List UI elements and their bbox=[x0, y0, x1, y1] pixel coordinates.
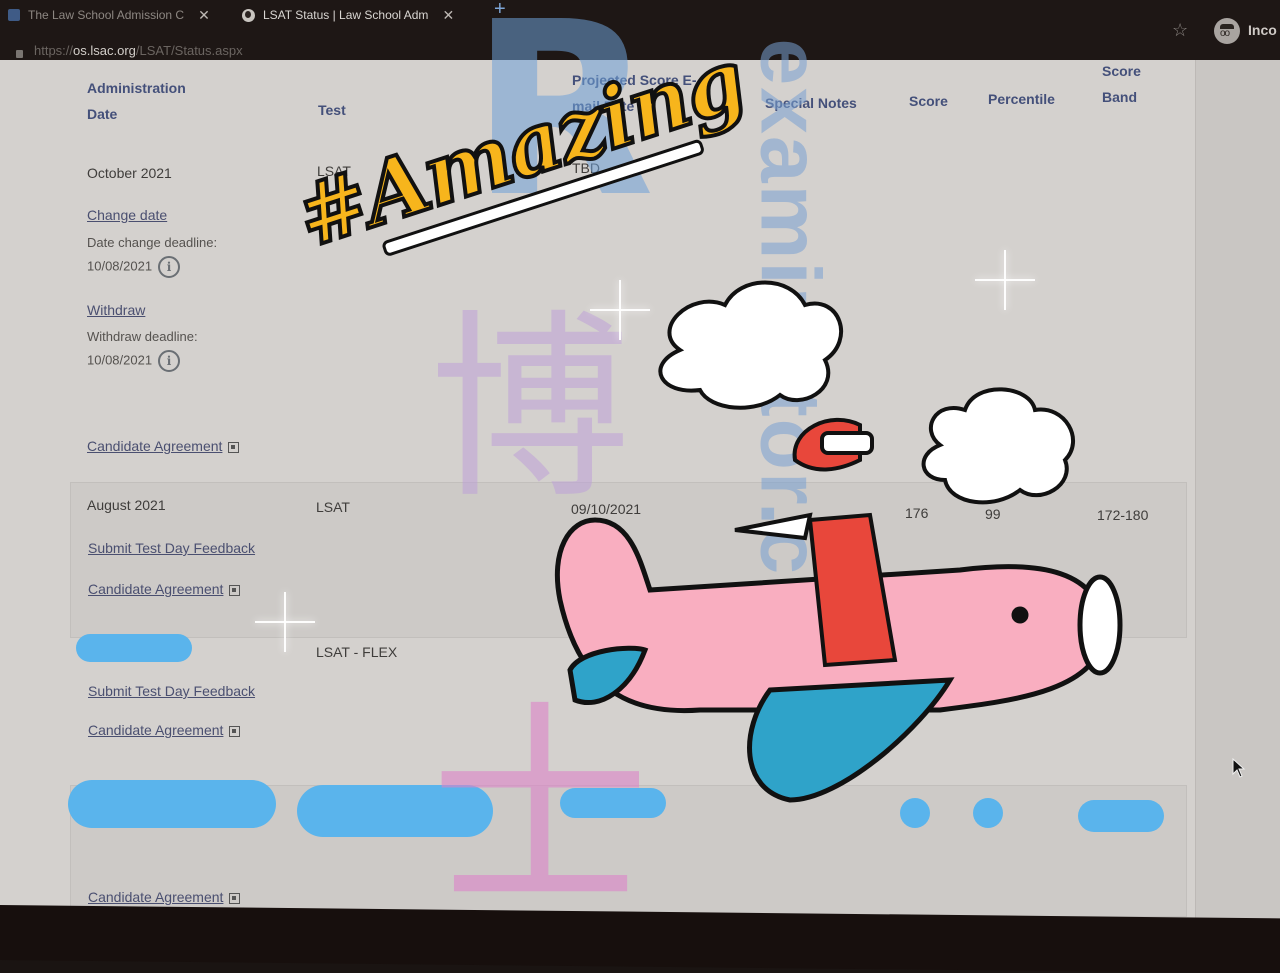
sparkle-icon bbox=[975, 250, 1035, 310]
close-tab-icon[interactable]: ✕ bbox=[442, 7, 454, 24]
redacted-date bbox=[76, 634, 192, 662]
link-text: Candidate Agreement bbox=[88, 581, 224, 597]
mouse-cursor-icon bbox=[1232, 758, 1246, 778]
test-name: LSAT bbox=[316, 499, 350, 515]
admin-date: October 2021 bbox=[87, 165, 172, 181]
submit-feedback-link[interactable]: Submit Test Day Feedback bbox=[88, 683, 255, 699]
deadline-value: 10/08/2021 bbox=[87, 352, 153, 368]
header-percentile: Percentile bbox=[988, 91, 1055, 107]
candidate-agreement-link[interactable]: Candidate Agreement bbox=[87, 438, 240, 454]
test-name: LSAT - FLEX bbox=[316, 644, 398, 660]
page-scroll-area[interactable] bbox=[1195, 60, 1280, 940]
incognito-icon[interactable] bbox=[1214, 18, 1240, 44]
header-text: Date bbox=[87, 106, 118, 122]
url-host: os.lsac.org bbox=[73, 43, 136, 58]
admin-date: August 2021 bbox=[87, 497, 166, 513]
lsac-favicon-icon bbox=[8, 9, 20, 21]
date-change-deadline: 10/08/2021 i bbox=[87, 256, 181, 278]
submit-feedback-link[interactable]: Submit Test Day Feedback bbox=[88, 540, 255, 556]
close-tab-icon[interactable]: ✕ bbox=[198, 7, 210, 24]
header-test: Test bbox=[318, 102, 346, 118]
url-field[interactable]: https://os.lsac.org/LSAT/Status.aspx bbox=[34, 43, 243, 58]
link-text: Candidate Agreement bbox=[88, 889, 224, 905]
airplane-sticker bbox=[554, 280, 1123, 803]
cloud-icon bbox=[658, 280, 844, 410]
info-icon[interactable]: i bbox=[158, 256, 181, 278]
deadline-value: 10/08/2021 bbox=[87, 258, 153, 274]
cloud-icon bbox=[921, 387, 1076, 505]
header-administration-date: Administration Date bbox=[87, 75, 186, 127]
sparkle-icon bbox=[590, 280, 650, 340]
tab-lsat-status[interactable]: LSAT Status | Law School Adm ✕ bbox=[242, 4, 454, 26]
candidate-agreement-link[interactable]: Candidate Agreement bbox=[88, 889, 241, 905]
withdraw-deadline-label: Withdraw deadline: bbox=[87, 329, 198, 344]
withdraw-deadline: 10/08/2021 i bbox=[87, 350, 181, 372]
external-link-icon bbox=[229, 584, 241, 596]
tab-title: LSAT Status | Law School Adm bbox=[263, 8, 429, 22]
header-text: Administration bbox=[87, 80, 186, 96]
candidate-agreement-link[interactable]: Candidate Agreement bbox=[88, 581, 241, 597]
external-link-icon bbox=[228, 441, 240, 453]
globe-icon bbox=[242, 8, 255, 22]
lock-icon bbox=[16, 50, 23, 58]
url-prefix: https:// bbox=[34, 43, 74, 58]
external-link-icon bbox=[229, 892, 241, 904]
link-text: Candidate Agreement bbox=[88, 722, 224, 738]
url-path: /LSAT/Status.aspx bbox=[135, 43, 243, 58]
tab-lsac-home[interactable]: The Law School Admission C ✕ bbox=[8, 4, 210, 26]
redacted-date bbox=[68, 780, 276, 828]
withdraw-link[interactable]: Withdraw bbox=[87, 302, 145, 318]
date-change-deadline-label: Date change deadline: bbox=[87, 235, 218, 250]
header-score-band: Score Band bbox=[1102, 58, 1141, 110]
change-date-link[interactable]: Change date bbox=[87, 207, 167, 223]
sparkle-icon bbox=[255, 592, 315, 652]
external-link-icon bbox=[229, 725, 241, 737]
header-text: Band bbox=[1102, 89, 1137, 105]
tab-title: The Law School Admission C bbox=[28, 8, 185, 22]
header-text: Score bbox=[1102, 63, 1141, 79]
bookmark-star-icon[interactable]: ☆ bbox=[1172, 20, 1188, 41]
link-text: Candidate Agreement bbox=[87, 438, 223, 454]
info-icon[interactable]: i bbox=[158, 350, 181, 372]
incognito-label: Inco bbox=[1248, 22, 1277, 38]
header-score: Score bbox=[909, 93, 948, 109]
candidate-agreement-link[interactable]: Candidate Agreement bbox=[88, 722, 241, 738]
